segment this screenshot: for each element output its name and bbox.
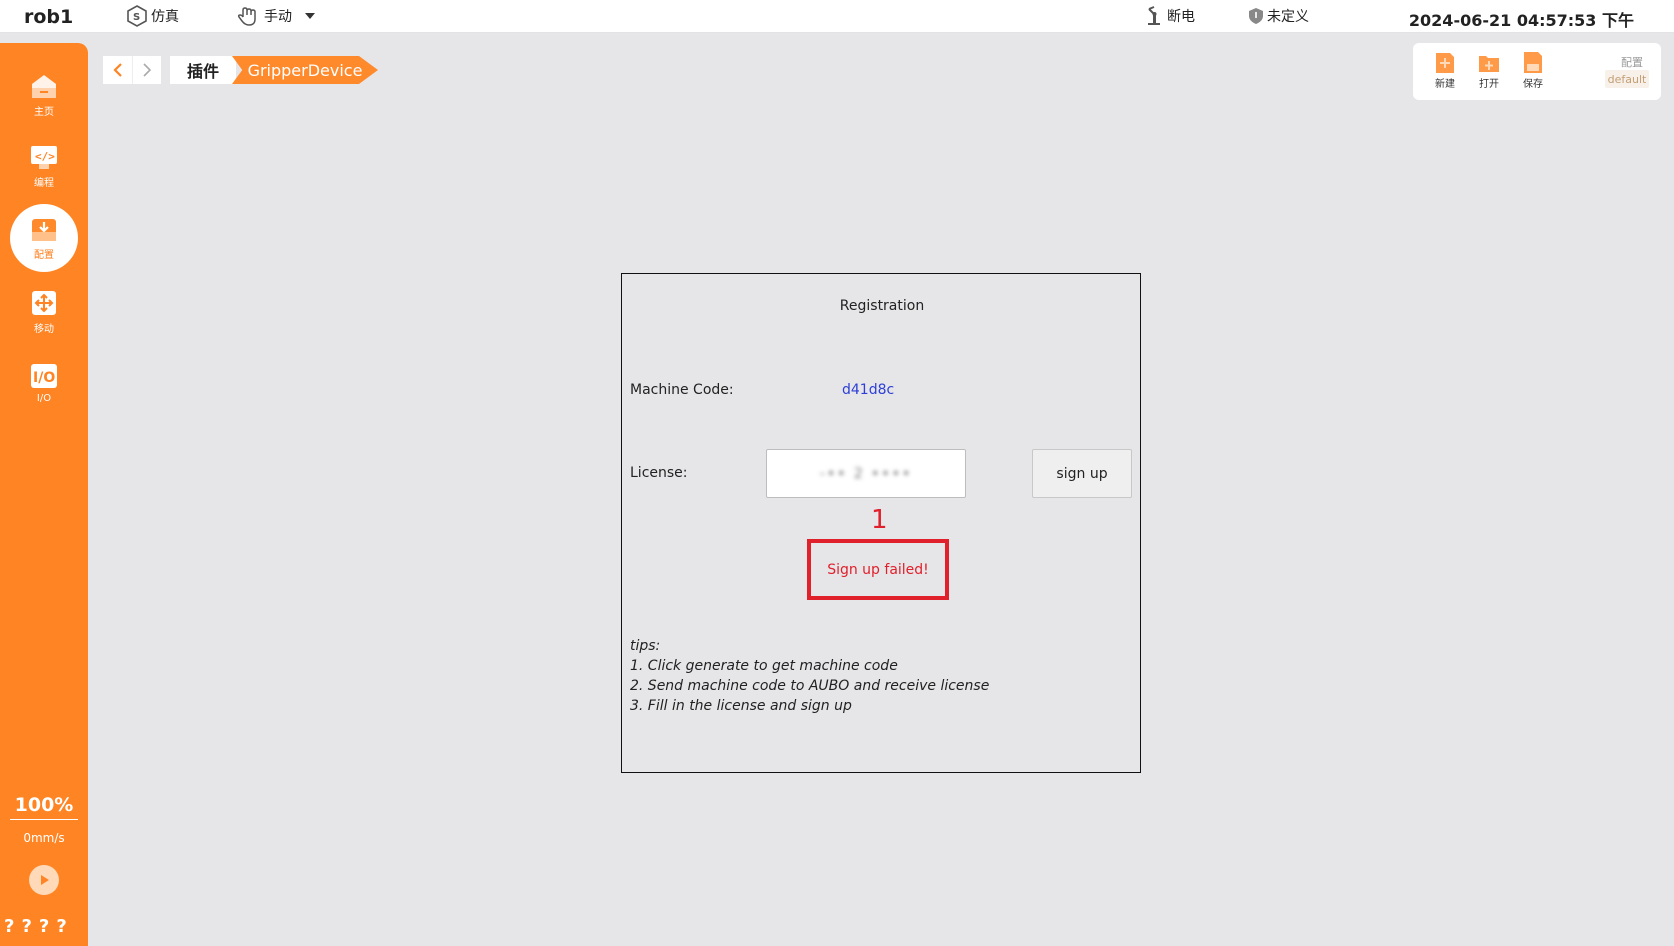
registration-title: Registration: [839, 298, 925, 314]
license-input[interactable]: -•• 2 ••••: [766, 449, 966, 498]
control-mode-dropdown[interactable]: 手动: [237, 5, 321, 27]
play-icon: [41, 875, 49, 885]
power-status[interactable]: 断电: [1146, 5, 1195, 27]
tips-block: tips: 1. Click generate to get machine c…: [630, 636, 989, 716]
simulation-label: 仿真: [151, 9, 179, 25]
move-icon: [29, 289, 59, 317]
sidebar-item-home[interactable]: 主页: [8, 61, 80, 129]
hand-icon: [237, 7, 256, 26]
sidebar-status-text: ????: [4, 916, 74, 937]
home-icon: [29, 72, 59, 100]
play-button[interactable]: [29, 865, 59, 895]
svg-text:I/O: I/O: [33, 370, 55, 386]
robot-name[interactable]: rob1: [24, 6, 73, 28]
open-button[interactable]: 打开: [1471, 49, 1507, 90]
forward-button[interactable]: [132, 56, 161, 84]
top-bar: rob1 S 仿真 手动 断电 未定义 2024-06-21 04:57:53 …: [0, 0, 1674, 33]
machine-code-label: Machine Code:: [630, 382, 734, 398]
speed-divider: [10, 819, 78, 820]
sidebar-item-label: 编程: [34, 178, 54, 189]
chevron-right-icon: [143, 63, 152, 77]
svg-text:</>: </>: [35, 150, 55, 163]
robot-arm-icon: [1148, 6, 1160, 25]
open-folder-icon: [1479, 56, 1499, 72]
registration-panel: Registration Machine Code: d41d8c Licens…: [621, 273, 1141, 773]
sidebar-item-io[interactable]: I/O I/O: [8, 349, 80, 417]
breadcrumb-plugin[interactable]: 插件: [170, 56, 236, 84]
sidebar-item-label: 主页: [34, 107, 54, 118]
sidebar-item-label: 移动: [34, 324, 54, 335]
license-label: License:: [630, 465, 688, 481]
save-label: 保存: [1523, 79, 1543, 90]
config-label: 配置: [1621, 56, 1643, 69]
new-button[interactable]: 新建: [1427, 49, 1463, 90]
safety-status-label: 未定义: [1267, 9, 1309, 25]
new-file-icon: [1436, 53, 1454, 73]
machine-code-value: d41d8c: [842, 382, 895, 398]
io-icon: I/O: [29, 362, 59, 390]
tips-step-3: 3. Fill in the license and sign up: [630, 698, 852, 714]
sidebar-item-programming[interactable]: </> 编程: [8, 132, 80, 200]
speed-value: 0mm/s: [23, 831, 65, 845]
tips-heading: tips:: [630, 638, 661, 654]
speed-percent[interactable]: 100%: [0, 794, 88, 816]
sidebar-item-move[interactable]: 移动: [8, 278, 80, 346]
annotation-marker-number: 1: [871, 505, 888, 535]
tips-step-1: 1. Click generate to get machine code: [630, 658, 898, 674]
power-status-label: 断电: [1167, 9, 1195, 25]
sidebar-item-label: I/O: [36, 393, 52, 404]
sidebar: 主页 </> 编程 配置 移动 I/O I/O 100% 0mm/s ????: [0, 43, 88, 946]
safety-status[interactable]: 未定义: [1248, 5, 1309, 27]
sidebar-item-label: 配置: [34, 250, 54, 261]
svg-text:S: S: [133, 12, 140, 23]
error-text: Sign up failed!: [827, 561, 929, 578]
history-nav: [103, 56, 161, 84]
sign-up-error-message: Sign up failed!: [807, 539, 949, 600]
back-button[interactable]: [103, 56, 132, 84]
open-label: 打开: [1479, 79, 1499, 90]
sidebar-item-config[interactable]: 配置: [10, 204, 78, 272]
code-icon: </>: [29, 143, 59, 171]
simulation-mode[interactable]: S 仿真: [126, 5, 179, 27]
control-mode-label: 手动: [264, 9, 292, 25]
config-icon: [29, 215, 59, 243]
project-toolbar: 新建 打开 保存 配置 default: [1413, 43, 1661, 100]
license-value: -•• 2 ••••: [819, 465, 913, 482]
caret-down-icon: [305, 13, 315, 19]
tips-step-2: 2. Send machine code to AUBO and receive…: [630, 678, 990, 694]
save-button[interactable]: 保存: [1515, 49, 1551, 90]
save-icon: [1524, 52, 1542, 73]
chevron-left-icon: [112, 63, 122, 77]
sign-up-button[interactable]: sign up: [1032, 449, 1132, 498]
config-value[interactable]: default: [1605, 70, 1649, 88]
datetime: 2024-06-21 04:57:53 下午: [1408, 11, 1634, 30]
shield-icon: [1249, 8, 1263, 24]
breadcrumb-gripper-device[interactable]: GripperDevice: [232, 56, 378, 84]
new-label: 新建: [1435, 79, 1455, 90]
simulation-icon: S: [127, 5, 147, 27]
